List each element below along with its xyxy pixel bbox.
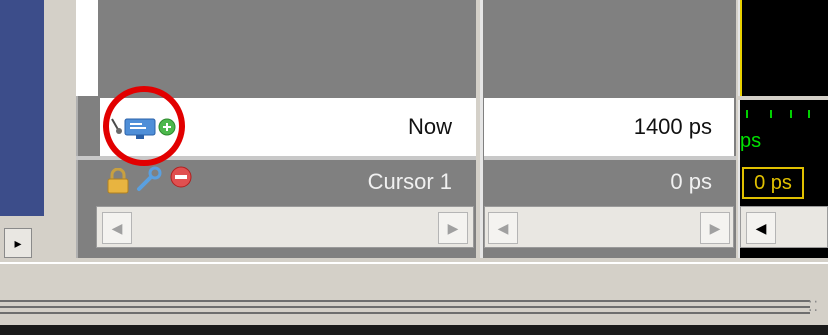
cursor-1-marker[interactable]: 0 ps <box>742 167 804 199</box>
timeline-tick <box>808 110 810 118</box>
scroll-right-arrow-icon[interactable]: ▶ <box>438 212 468 244</box>
timeline-tick <box>790 110 792 118</box>
names-hscrollbar[interactable] <box>96 206 474 248</box>
timeline-tick <box>746 110 748 118</box>
scroll-right-arrow-icon[interactable]: ▶ <box>700 212 730 244</box>
scroll-left-arrow-icon[interactable]: ◀ <box>746 212 776 244</box>
window-border <box>0 325 828 335</box>
status-bar-band <box>0 262 828 284</box>
delete-cursor-icon[interactable] <box>170 166 192 188</box>
separator-line <box>0 306 810 308</box>
separator-line <box>0 312 810 314</box>
names-pane-strip <box>76 0 98 96</box>
scroll-left-arrow-icon[interactable]: ◀ <box>102 212 132 244</box>
annotation-highlight-circle <box>103 86 185 166</box>
now-marker-label: ps <box>740 130 762 152</box>
left-panel <box>0 0 44 216</box>
values-hscrollbar[interactable] <box>484 206 734 248</box>
separator-line <box>0 300 810 302</box>
wave-divider <box>738 96 828 100</box>
wave-cursor-line[interactable] <box>740 0 742 96</box>
scroll-left-arrow-icon[interactable]: ◀ <box>488 212 518 244</box>
resize-grip-icon[interactable]: ⁚⁚ <box>808 298 819 315</box>
wrench-icon[interactable] <box>136 166 162 192</box>
lock-icon[interactable] <box>106 167 130 194</box>
timeline-tick <box>770 110 772 118</box>
scroll-right-arrow-icon[interactable]: ▸ <box>4 228 32 258</box>
cursor-1-label[interactable]: Cursor 1 <box>200 160 452 204</box>
cursor-1-value[interactable]: 0 ps <box>484 160 712 204</box>
now-label: Now <box>407 114 452 139</box>
now-value: 1400 ps <box>633 114 712 139</box>
